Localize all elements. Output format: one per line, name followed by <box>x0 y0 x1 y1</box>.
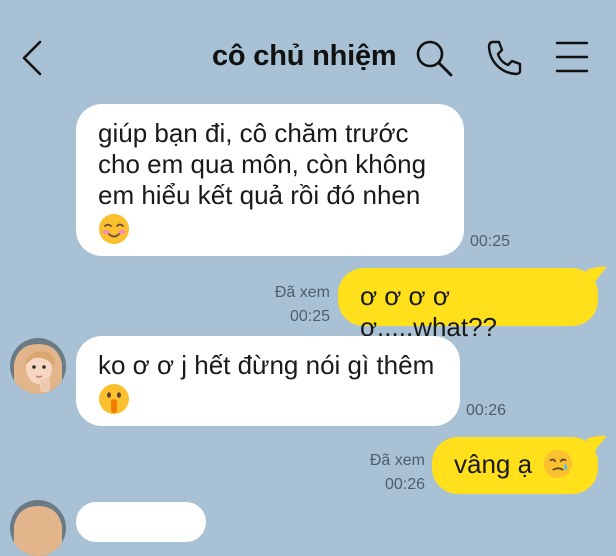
message-text-line: em hiểu kết quả rồi đó nhen <box>98 180 421 210</box>
message-text-line: giúp bạn đi, cô chăm trước <box>98 118 409 148</box>
message-status: Đã xem 00:26 <box>345 450 425 496</box>
message-time: 00:26 <box>466 402 507 419</box>
message-bubble-outgoing[interactable]: vâng ạ <box>432 437 598 494</box>
message-text: ơ ơ ơ ơ ơ.....what?? <box>360 281 498 342</box>
message-text: vâng ạ <box>454 449 533 479</box>
back-arrow-icon[interactable] <box>18 38 48 78</box>
message-bubble-incoming[interactable]: giúp bạn đi, cô chăm trước cho em qua mô… <box>76 104 464 256</box>
phone-icon[interactable] <box>484 38 524 78</box>
search-icon[interactable] <box>414 38 454 78</box>
chat-header: cô chủ nhiệm <box>0 0 616 100</box>
bubble-tail <box>586 266 607 284</box>
chat-title: cô chủ nhiệm <box>212 40 397 72</box>
avatar-image <box>10 500 66 556</box>
message-text: ko ơ ơ j hết đừng nói gì thêm <box>98 350 435 380</box>
message-bubble-incoming[interactable] <box>76 502 206 542</box>
message-bubble-outgoing[interactable]: ơ ơ ơ ơ ơ.....what?? <box>338 268 598 342</box>
avatar[interactable] <box>10 338 66 394</box>
menu-icon[interactable] <box>552 38 592 78</box>
message-time: 00:26 <box>384 476 425 493</box>
message-time: 00:25 <box>289 308 330 325</box>
avatar[interactable] <box>10 500 66 556</box>
bubble-tail <box>586 435 607 453</box>
shushing-face-emoji-icon <box>99 383 129 414</box>
smiling-blush-emoji-icon <box>99 213 129 244</box>
avatar-image <box>10 338 66 394</box>
tearful-smile-emoji-icon <box>544 450 573 479</box>
message-status: Đã xem 00:25 <box>250 282 330 328</box>
seen-label: Đã xem <box>274 284 330 301</box>
seen-label: Đã xem <box>369 452 425 469</box>
message-bubble-incoming[interactable]: ko ơ ơ j hết đừng nói gì thêm <box>76 336 460 426</box>
message-text-line: cho em qua môn, còn không <box>98 149 427 179</box>
message-time: 00:25 <box>470 233 511 250</box>
